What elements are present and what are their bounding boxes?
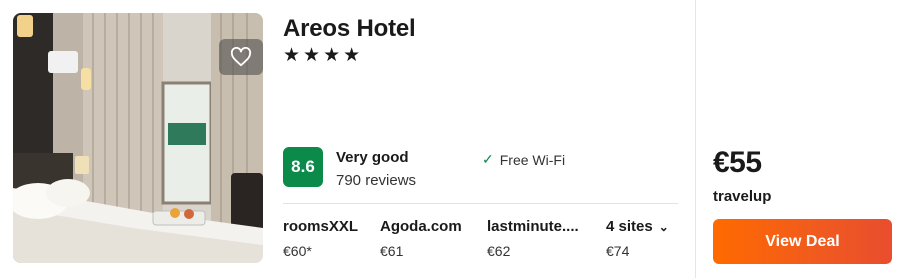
best-price: €55 xyxy=(713,146,762,179)
star-rating: ★★★★ xyxy=(283,45,364,66)
chevron-down-icon: ⌄ xyxy=(658,219,669,234)
rating-label: Very good xyxy=(336,149,409,166)
amenity-wifi: ✓ Free Wi-Fi xyxy=(482,151,565,168)
hotel-name[interactable]: Areos Hotel xyxy=(283,15,416,43)
site-price: €74 xyxy=(606,243,630,259)
more-sites-label: 4 sites ⌄ xyxy=(606,218,669,235)
heart-icon xyxy=(230,47,252,67)
site-price: €61 xyxy=(380,243,404,259)
hotel-photo[interactable] xyxy=(13,13,263,263)
site-price: €62 xyxy=(487,243,511,259)
site-price: €60* xyxy=(283,243,312,259)
site-offer-agoda[interactable]: Agoda.com €61 xyxy=(380,218,462,259)
deal-provider: travelup xyxy=(713,188,772,205)
site-name: 4 sites xyxy=(606,218,653,235)
favorite-button[interactable] xyxy=(219,39,263,75)
site-offer-lastminute[interactable]: lastminute.... €62 xyxy=(487,218,579,259)
site-name: lastminute.... xyxy=(487,218,579,235)
review-count[interactable]: 790 reviews xyxy=(336,172,416,189)
amenity-label: Free Wi-Fi xyxy=(499,151,566,168)
check-icon: ✓ xyxy=(482,151,494,167)
site-name: Agoda.com xyxy=(380,218,462,235)
hotel-result-card: Areos Hotel ★★★★ 8.6 Very good 790 revie… xyxy=(0,0,905,278)
divider xyxy=(283,203,678,204)
site-name: roomsXXL xyxy=(283,218,359,235)
review-score-badge: 8.6 xyxy=(283,147,323,187)
view-deal-button[interactable]: View Deal xyxy=(713,219,892,264)
column-divider xyxy=(695,0,696,278)
more-sites-dropdown[interactable]: 4 sites ⌄ €74 xyxy=(606,218,669,259)
site-offer-roomsxxl[interactable]: roomsXXL €60* xyxy=(283,218,358,259)
